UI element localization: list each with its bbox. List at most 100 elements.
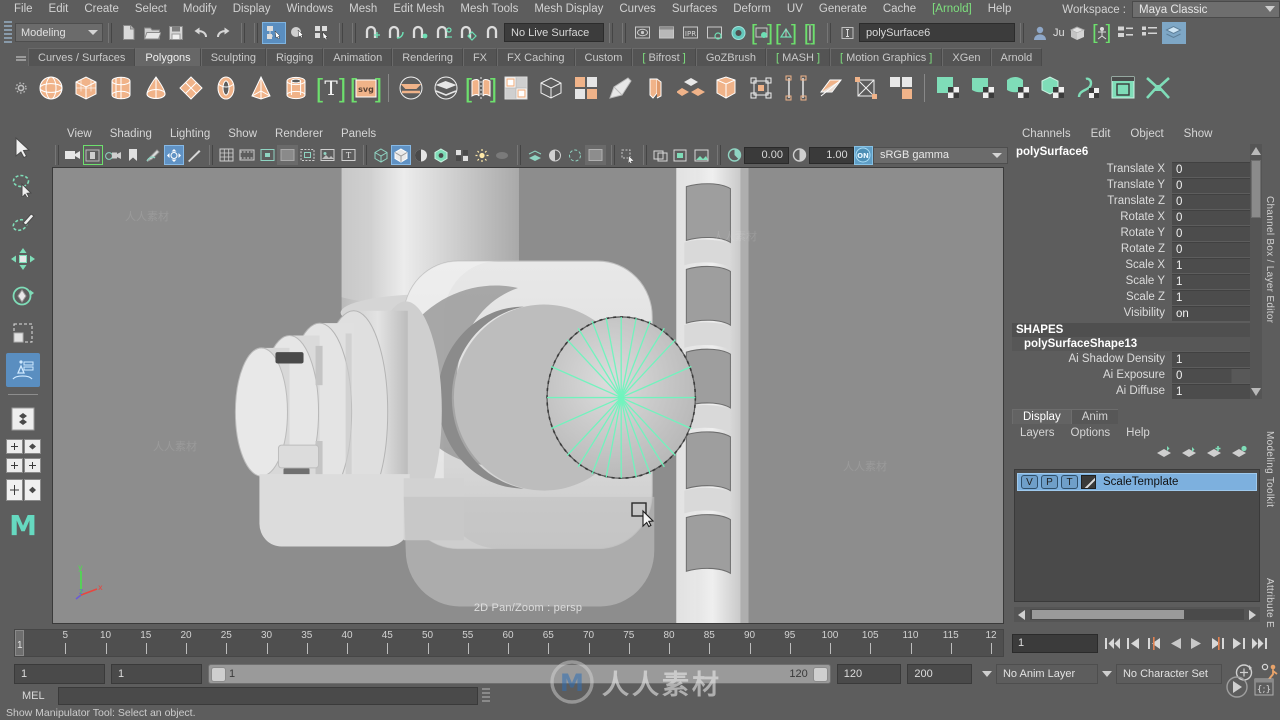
shelf-tab-bifrost[interactable]: [ Bifrost ]: [632, 48, 696, 66]
channel-value[interactable]: 0: [1172, 161, 1262, 177]
poly-remesh-icon[interactable]: [570, 70, 602, 106]
color-space-dropdown[interactable]: sRGB gamma: [872, 146, 1008, 164]
poly-pyramid-icon[interactable]: [245, 70, 277, 106]
poly-append-icon[interactable]: [815, 70, 847, 106]
camera-bookmark-icon[interactable]: [103, 145, 123, 165]
playback-start-field[interactable]: 1: [110, 664, 202, 684]
layer-editor-toggle-button[interactable]: [1161, 21, 1186, 44]
single-pane-layout-icon[interactable]: [5, 439, 23, 457]
channel-value[interactable]: 1: [1172, 351, 1262, 367]
poly-svg-icon[interactable]: [ svg ]: [350, 70, 382, 106]
xray-icon[interactable]: [184, 145, 204, 165]
shelf-drag-handle[interactable]: [14, 48, 28, 66]
viewport-menu-view[interactable]: View: [58, 128, 101, 140]
shelf-tab-fx[interactable]: FX: [462, 48, 498, 66]
bracket-group-button[interactable]: [|]: [798, 21, 822, 44]
channel-row-scale-x[interactable]: Scale X 1: [1012, 257, 1262, 273]
viewport-3d-canvas[interactable]: y z x 2D Pan/Zoom : persp 人人素材 人人素材 人人素材…: [52, 167, 1004, 624]
selected-object-field[interactable]: polySurface6: [859, 23, 1015, 42]
poly-torus-icon[interactable]: [210, 70, 242, 106]
layer-row-scaletemplate[interactable]: V P T ScaleTemplate: [1017, 473, 1257, 491]
screen-space-ao-icon[interactable]: [472, 145, 492, 165]
image-plane-icon[interactable]: [318, 145, 338, 165]
render-settings-button[interactable]: [702, 22, 726, 44]
wireframe-on-shaded-icon[interactable]: [298, 145, 318, 165]
menu-uv[interactable]: UV: [779, 0, 811, 19]
grid-toggle-icon[interactable]: [217, 145, 237, 165]
scroll-left-icon[interactable]: [1018, 609, 1025, 620]
menu-help[interactable]: Help: [980, 0, 1020, 19]
new-layer-from-selected-icon[interactable]: [1231, 445, 1248, 461]
poly-bevel-icon[interactable]: [675, 70, 707, 106]
uv-editor-icon[interactable]: [1107, 70, 1139, 106]
layer-color-swatch[interactable]: [1081, 475, 1096, 489]
uv-layout-icon[interactable]: [1142, 70, 1174, 106]
poly-combine-icon[interactable]: [430, 70, 462, 106]
shelf-tab-curves-surfaces[interactable]: Curves / Surfaces: [28, 48, 136, 66]
gamma-icon[interactable]: [789, 145, 809, 165]
channel-row-visibility[interactable]: Visibility on: [1012, 305, 1262, 321]
motion-blur-icon[interactable]: [492, 145, 512, 165]
channel-value[interactable]: 0: [1172, 241, 1262, 257]
uv-unfold-icon[interactable]: [1072, 70, 1104, 106]
scroll-up-icon[interactable]: [1251, 147, 1261, 155]
input-name-field-icon[interactable]: [835, 22, 859, 44]
menu-edit[interactable]: Edit: [41, 0, 77, 19]
layer-visibility-toggle[interactable]: V: [1021, 475, 1038, 489]
hypershade-button[interactable]: [726, 22, 750, 44]
chevron-down-icon[interactable]: [981, 671, 992, 677]
menu-mesh-display[interactable]: Mesh Display: [526, 0, 611, 19]
character-set-dropdown[interactable]: No Character Set: [1115, 664, 1222, 684]
step-forward-keyframe-icon[interactable]: [1228, 633, 1248, 653]
anim-layer-dropdown[interactable]: No Anim Layer: [995, 664, 1098, 684]
poly-mirror-icon[interactable]: [ ]: [465, 70, 497, 106]
shelf-tab-rendering[interactable]: Rendering: [392, 48, 463, 66]
channel-value[interactable]: 1: [1172, 289, 1262, 305]
diamond-pane-layout-icon[interactable]: [23, 479, 41, 504]
redo-button[interactable]: [212, 22, 236, 44]
select-tool-icon[interactable]: [6, 131, 40, 165]
shelf-tab-sculpting[interactable]: Sculpting: [200, 48, 266, 66]
anti-alias-icon[interactable]: [565, 145, 585, 165]
snap-to-projected-center-button[interactable]: [432, 22, 456, 44]
snap-to-point-button[interactable]: [408, 22, 432, 44]
snap-to-grid-button[interactable]: [360, 22, 384, 44]
poly-cube-icon[interactable]: [70, 70, 102, 106]
color-management-icon[interactable]: [585, 145, 606, 165]
smooth-shading-icon[interactable]: [390, 145, 412, 165]
go-to-end-icon[interactable]: [1249, 633, 1269, 653]
channel-row-rotate-y[interactable]: Rotate Y 0: [1012, 225, 1262, 241]
open-scene-button[interactable]: [140, 22, 164, 44]
lasso-select-tool-icon[interactable]: [6, 168, 40, 202]
exposure-image-icon[interactable]: [691, 145, 711, 165]
user-avatar-button[interactable]: [1028, 22, 1052, 44]
menu-surfaces[interactable]: Surfaces: [664, 0, 725, 19]
tool-settings-button[interactable]: [1114, 22, 1138, 44]
channel-box-menu-object[interactable]: Object: [1120, 128, 1173, 140]
move-layer-up-icon[interactable]: [1156, 445, 1173, 461]
menu-windows[interactable]: Windows: [278, 0, 341, 19]
poly-cylinder-icon[interactable]: [105, 70, 137, 106]
scroll-down-icon[interactable]: [1251, 388, 1261, 396]
layer-menu-options[interactable]: Options: [1063, 427, 1119, 439]
channel-value[interactable]: 0: [1172, 209, 1262, 225]
step-back-frame-icon[interactable]: [1144, 633, 1164, 653]
channel-value[interactable]: 0: [1172, 193, 1262, 209]
menu-file[interactable]: File: [6, 0, 41, 19]
range-slider-left-handle[interactable]: [210, 667, 226, 682]
menu-arnold[interactable]: [Arnold]: [924, 0, 980, 19]
ipr-render-button[interactable]: IPR: [678, 22, 702, 44]
channel-row-translate-y[interactable]: Translate Y 0: [1012, 177, 1262, 193]
menu-curves[interactable]: Curves: [611, 0, 663, 19]
live-surface-field[interactable]: No Live Surface: [504, 23, 604, 42]
layer-type-toggle[interactable]: T: [1061, 475, 1078, 489]
viewport-menu-lighting[interactable]: Lighting: [161, 128, 219, 140]
poly-booleans-icon[interactable]: [395, 70, 427, 106]
animation-end-field[interactable]: 200: [907, 664, 972, 684]
uv-cylindrical-icon[interactable]: [967, 70, 999, 106]
rotate-tool-icon[interactable]: [6, 279, 40, 313]
color-management-toggle-icon[interactable]: ON: [853, 145, 873, 165]
render-region-button[interactable]: [654, 22, 678, 44]
shelf-tab-arnold[interactable]: Arnold: [990, 48, 1043, 66]
chevron-down-icon[interactable]: [1101, 671, 1112, 677]
